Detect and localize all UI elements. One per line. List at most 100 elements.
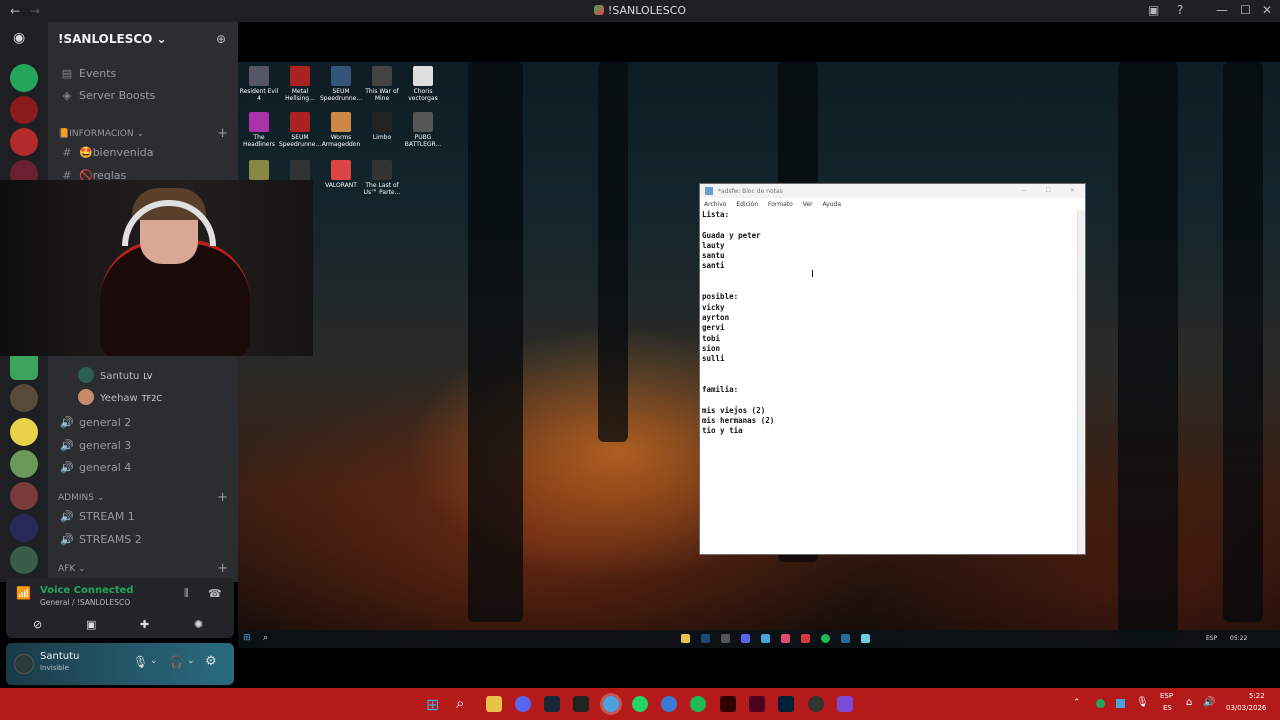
camera-off-icon[interactable]: ⊘ xyxy=(33,618,42,631)
soundboard-icon[interactable]: ✺ xyxy=(194,618,203,631)
add-channel-icon[interactable]: + xyxy=(217,126,228,141)
microphone-icon[interactable]: 🎙 xyxy=(1136,697,1149,708)
language-indicator[interactable]: ESP xyxy=(1206,635,1217,642)
server-icon-6[interactable] xyxy=(10,384,38,412)
add-channel-icon[interactable]: + xyxy=(217,561,228,576)
maximize-icon[interactable]: ☐ xyxy=(1046,187,1051,194)
voice-channel-general2[interactable]: 🔊 general 2 xyxy=(60,416,131,429)
inbox-icon[interactable]: ▣ xyxy=(1148,3,1159,17)
desktop-icon[interactable]: Metal Hellsing... xyxy=(279,66,321,102)
app-icon[interactable] xyxy=(808,696,824,712)
voice-channel-streams2[interactable]: 🔊 STREAMS 2 xyxy=(60,533,142,546)
discord-icon[interactable] xyxy=(515,696,531,712)
desktop-icon[interactable]: SEUM Speedrunne... xyxy=(320,66,362,102)
server-icon-11[interactable] xyxy=(10,546,38,574)
file-explorer-icon[interactable] xyxy=(486,696,502,712)
windows-start-icon[interactable]: ⊞ xyxy=(243,633,251,643)
notepad-window[interactable]: *adsfw: Bloc de notas — ☐ ✕ Archivo Edic… xyxy=(699,183,1086,555)
network-icon[interactable]: ⌂ xyxy=(1186,697,1192,708)
search-icon[interactable]: ⌕ xyxy=(456,694,464,712)
whatsapp-icon[interactable] xyxy=(632,696,648,712)
screen-share-icon[interactable]: ▣ xyxy=(86,618,96,631)
app-icon[interactable] xyxy=(801,634,810,643)
close-icon[interactable]: ✕ xyxy=(1070,187,1075,194)
minimize-icon[interactable]: — xyxy=(1021,187,1027,194)
boosts-item[interactable]: ◈ Server Boosts xyxy=(60,89,156,102)
menu-archivo[interactable]: Archivo xyxy=(704,201,726,208)
avatar[interactable] xyxy=(14,654,34,674)
channel-bienvenida[interactable]: # 🤩bienvenida xyxy=(60,146,153,159)
notepad-titlebar[interactable]: *adsfw: Bloc de notas — ☐ ✕ xyxy=(700,184,1085,198)
headphones-icon[interactable]: 🎧 xyxy=(169,655,184,669)
tray-icon[interactable] xyxy=(1116,699,1125,708)
server-name-header[interactable]: !SANLOLESCO ⌄ xyxy=(58,32,167,46)
discord-logo-icon[interactable]: ◉ xyxy=(13,30,25,46)
indesign-icon[interactable] xyxy=(749,696,765,712)
clock[interactable]: 05:22 xyxy=(1230,635,1247,642)
chrome-icon[interactable] xyxy=(603,696,619,712)
menu-ayuda[interactable]: Ayuda xyxy=(822,201,841,208)
server-icon-k[interactable] xyxy=(10,352,38,380)
voice-user-santutu[interactable]: Santutu LV xyxy=(78,367,152,383)
notepad-text-area[interactable]: Lista: Guada y peter lauty santu santi p… xyxy=(702,210,774,437)
spotify-icon[interactable] xyxy=(690,696,706,712)
chevron-down-icon[interactable]: ⌄ xyxy=(150,656,158,666)
server-icon-8[interactable] xyxy=(10,450,38,478)
add-channel-icon[interactable]: + xyxy=(217,490,228,505)
menu-ver[interactable]: Ver xyxy=(803,201,813,208)
server-icon-7[interactable] xyxy=(10,418,38,446)
volume-icon[interactable]: 🔊 xyxy=(1203,697,1215,708)
desktop-icon[interactable]: Resident Evil 4 xyxy=(238,66,280,102)
add-member-icon[interactable]: ⊕ xyxy=(216,32,226,46)
app-icon[interactable] xyxy=(781,634,790,643)
obs-icon[interactable] xyxy=(573,696,589,712)
voice-channel-general4[interactable]: 🔊 general 4 xyxy=(60,461,131,474)
signal-icon[interactable]: 📶 xyxy=(16,586,31,600)
server-icon-green[interactable] xyxy=(10,64,38,92)
chevron-up-icon[interactable]: ⌃ xyxy=(1073,698,1081,708)
file-explorer-icon[interactable] xyxy=(681,634,690,643)
chevron-down-icon[interactable]: ⌄ xyxy=(187,656,195,666)
desktop-icon[interactable]: This War of Mine xyxy=(361,66,403,102)
photoshop-icon[interactable] xyxy=(778,696,794,712)
category-afk[interactable]: AFK ⌄ xyxy=(58,564,86,574)
minimize-icon[interactable]: — xyxy=(1216,3,1228,17)
menu-edicion[interactable]: Edición xyxy=(736,201,758,208)
app-icon[interactable] xyxy=(837,696,853,712)
steam-icon[interactable] xyxy=(544,696,560,712)
discord-icon[interactable] xyxy=(741,634,750,643)
desktop-icon[interactable]: Choris vectorgas xyxy=(402,66,444,102)
app-icon[interactable] xyxy=(841,634,850,643)
scrollbar[interactable] xyxy=(1077,210,1085,554)
activities-icon[interactable]: ✚ xyxy=(140,618,149,631)
desktop-icon[interactable]: Worms Armageddon xyxy=(320,112,362,148)
clock[interactable]: 5:22 xyxy=(1249,692,1265,700)
notepad-icon[interactable] xyxy=(861,634,870,643)
app-icon[interactable] xyxy=(661,696,677,712)
voice-channel-name[interactable]: General / !SANLOLESCO xyxy=(40,598,130,607)
server-icon-10[interactable] xyxy=(10,514,38,542)
desktop-icon[interactable]: VALORANT xyxy=(320,160,362,189)
desktop-icon[interactable] xyxy=(238,160,280,182)
app-icon[interactable] xyxy=(721,634,730,643)
close-icon[interactable]: ✕ xyxy=(1262,3,1272,17)
category-admins[interactable]: ADMINS ⌄ xyxy=(58,493,104,503)
voice-channel-general3[interactable]: 🔊 general 3 xyxy=(60,439,131,452)
tray-icon[interactable] xyxy=(1096,699,1105,708)
events-item[interactable]: ▤ Events xyxy=(60,67,116,80)
disconnect-icon[interactable]: ☎ xyxy=(208,587,222,600)
microphone-icon[interactable]: 🎙 xyxy=(133,655,148,669)
noise-suppression-icon[interactable]: ⫼ xyxy=(184,588,189,599)
desktop-icon[interactable] xyxy=(279,160,321,182)
spotify-icon[interactable] xyxy=(821,634,830,643)
chrome-icon[interactable] xyxy=(761,634,770,643)
desktop-icon[interactable]: The Last of Us™ Parte... xyxy=(361,160,403,196)
desktop-icon[interactable]: Limbo xyxy=(361,112,403,141)
server-icon-orange[interactable] xyxy=(10,128,38,156)
menu-formato[interactable]: Formato xyxy=(768,201,793,208)
desktop-icon[interactable]: The Headliners xyxy=(238,112,280,148)
voice-channel-stream1[interactable]: 🔊 STREAM 1 xyxy=(60,510,135,523)
desktop-icon[interactable]: PUBG BATTLEGR... xyxy=(402,112,444,148)
server-icon-red[interactable] xyxy=(10,96,38,124)
windows-start-icon[interactable]: ⊞ xyxy=(426,695,439,714)
